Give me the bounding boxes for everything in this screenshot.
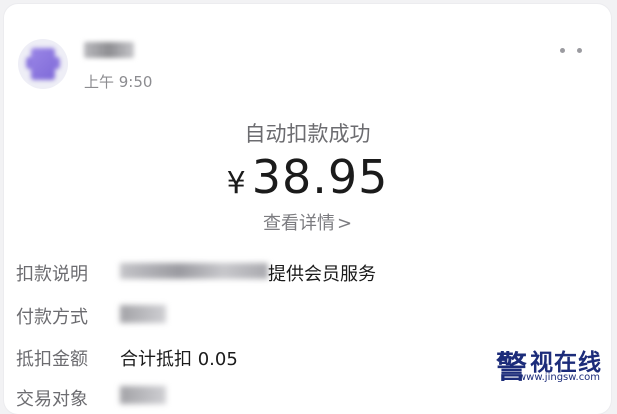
redacted-text xyxy=(120,305,166,323)
row-label: 抵扣金额 xyxy=(16,349,88,370)
site-watermark: 警 视在线 www.jingsw.com xyxy=(496,340,611,390)
row-label: 扣款说明 xyxy=(16,264,88,285)
redacted-text xyxy=(120,386,166,404)
payment-status-title: 自动扣款成功 xyxy=(244,122,371,146)
watermark-url: www.jingsw.com xyxy=(518,372,601,383)
row-label: 交易对象 xyxy=(16,389,88,410)
redacted-text xyxy=(120,263,268,279)
more-dot xyxy=(560,47,565,53)
view-details-link[interactable]: 查看详情 > xyxy=(4,209,611,235)
row-value: 提供会员服务 xyxy=(268,264,376,285)
currency-symbol: ¥ xyxy=(226,166,246,201)
payment-amount: 38.95 xyxy=(251,150,389,204)
amount-display: ¥ 38.95 xyxy=(4,150,611,204)
more-icon[interactable] xyxy=(560,42,582,58)
row-value: 合计抵扣 0.05 xyxy=(120,349,238,370)
chevron-right-icon: > xyxy=(336,213,353,234)
row-label: 付款方式 xyxy=(16,307,88,328)
message-time: 上午 9:50 xyxy=(84,73,153,91)
view-details-label: 查看详情 xyxy=(262,213,335,234)
merchant-avatar[interactable] xyxy=(18,39,68,89)
avatar-logo-blurred-v xyxy=(31,48,55,80)
merchant-name-redacted xyxy=(84,42,134,58)
more-dot xyxy=(577,47,582,53)
